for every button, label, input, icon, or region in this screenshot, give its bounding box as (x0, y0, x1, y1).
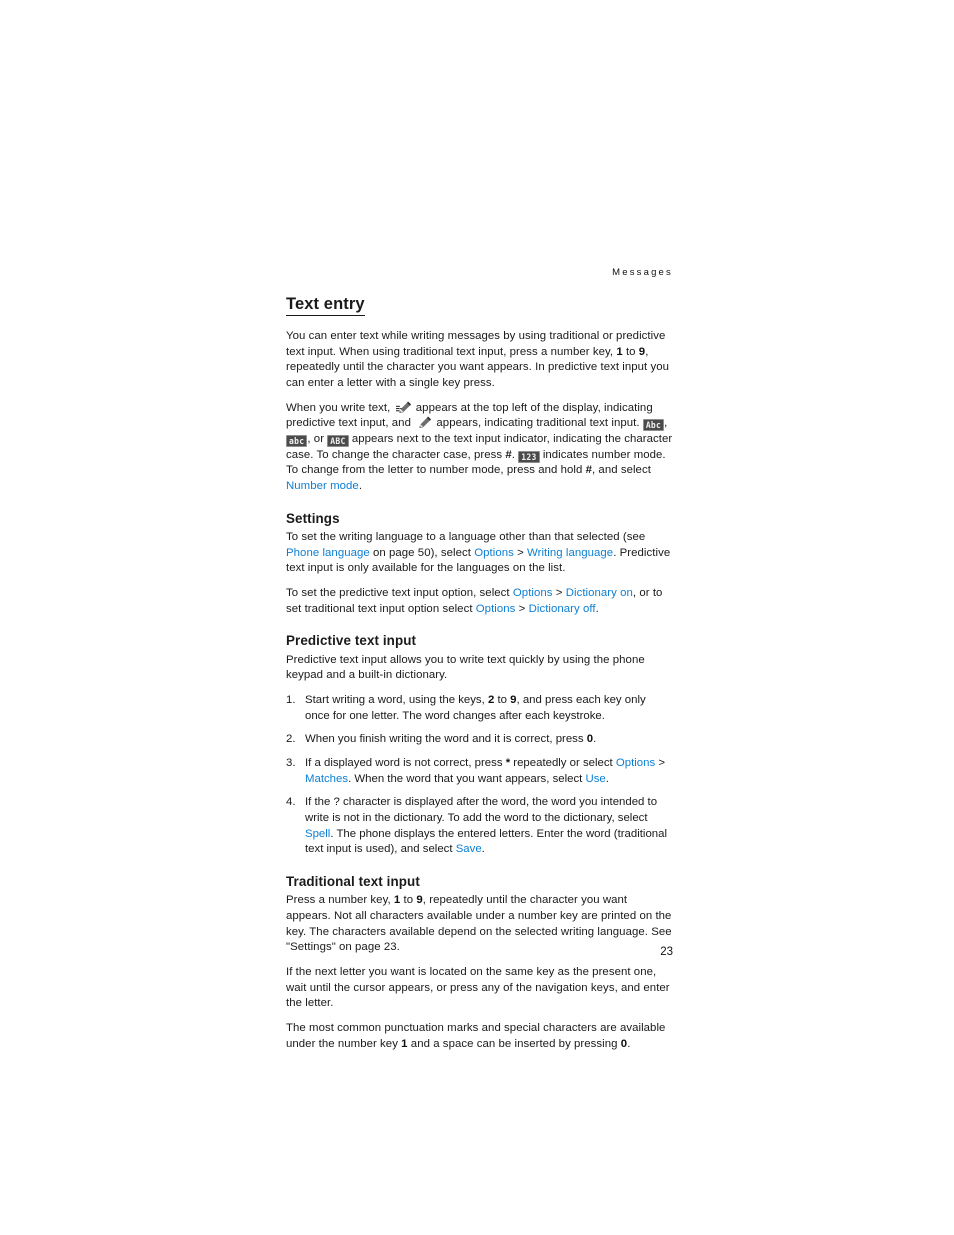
link-matches[interactable]: Matches (305, 773, 348, 785)
settings-p2-d: > (515, 602, 529, 615)
document-page: Messages Text entry You can enter text w… (286, 268, 673, 1061)
link-phone-language[interactable]: Phone language (286, 547, 370, 559)
link-number-mode[interactable]: Number mode (286, 480, 359, 492)
settings-p1-b: on page 50), select (369, 546, 475, 559)
chapter-title-row: Text entry (286, 294, 673, 323)
trad-p3-b: and a space can be inserted by pressing (407, 1037, 621, 1050)
step3-d: . When the word that you want appears, s… (348, 772, 586, 785)
indicator-badge-abc-initial-label: Abc (645, 421, 662, 431)
step1-b: to (494, 694, 511, 707)
settings-p1-c: > (513, 546, 528, 559)
indicator-badge-abc-lowercase-label: abc (289, 436, 305, 447)
trad-p1-a: Press a number key, (286, 894, 394, 907)
step4-a: If the ? character is displayed after th… (305, 796, 658, 825)
step3-b: repeatedly or select (510, 757, 616, 770)
trad-p1-b: to (400, 894, 417, 907)
step2-a: When you finish writing the word and it … (305, 733, 587, 746)
page-number: 23 (660, 946, 673, 958)
link-dictionary-on[interactable]: Dictionary on (566, 587, 633, 599)
link-options-settings-1[interactable]: Options (474, 547, 514, 559)
link-dictionary-off[interactable]: Dictionary off (529, 603, 596, 615)
predictive-steps-list: Start writing a word, using the keys, 2 … (286, 693, 673, 858)
link-options-settings-3[interactable]: Options (476, 603, 516, 615)
step2-b: . (593, 733, 597, 746)
indicator-badge-abc-uppercase-label: ABC (330, 436, 346, 447)
traditional-paragraph-3: The most common punctuation marks and sp… (286, 1021, 673, 1052)
trad-p3-c: . (627, 1037, 631, 1050)
settings-p2-e: . (595, 602, 599, 615)
indicator-badge-abc-initial: Abc (642, 419, 665, 432)
step3-a: If a displayed word is not correct, pres… (305, 757, 506, 770)
intro-paragraph: You can enter text while writing message… (286, 329, 673, 392)
link-options-settings-2[interactable]: Options (513, 587, 553, 599)
step1-a: Start writing a word, using the keys, (305, 694, 488, 707)
list-item: When you finish writing the word and it … (286, 732, 673, 748)
predictive-intro-paragraph: Predictive text input allows you to writ… (286, 653, 645, 682)
list-item: Start writing a word, using the keys, 2 … (286, 693, 673, 724)
indicators-text-7: , and select (591, 464, 651, 477)
step4-c: . (481, 843, 485, 856)
traditional-paragraph-2: If the next letter you want is located o… (286, 966, 670, 1010)
indicators-sep-2: , or (307, 433, 328, 446)
step3-e: . (605, 772, 609, 785)
indicator-badge-number-mode-label: 123 (521, 452, 537, 462)
indicators-text-8: . (358, 480, 363, 493)
link-options-step3[interactable]: Options (616, 757, 655, 769)
list-item: If a displayed word is not correct, pres… (286, 756, 673, 787)
link-spell[interactable]: Spell (305, 828, 330, 840)
section-heading-predictive-text-input: Predictive text input (286, 633, 417, 649)
link-use[interactable]: Use (586, 773, 606, 785)
page-title: Text entry (286, 294, 365, 317)
intro-text-part1: You can enter text while writing message… (286, 330, 666, 358)
predictive-text-pencil-icon (395, 401, 412, 413)
settings-paragraph-2: To set the predictive text input option,… (286, 586, 673, 617)
settings-p1-a: To set the writing language to a languag… (286, 531, 646, 544)
intro-text-part2: to (622, 345, 639, 358)
step4-b: . The phone displays the entered letters… (305, 827, 667, 856)
settings-p2-b: > (552, 587, 566, 600)
indicator-badge-abc-lowercase: abc (286, 435, 308, 448)
indicators-text-3: appears, indicating traditional text inp… (433, 417, 643, 430)
link-writing-language[interactable]: Writing language (527, 547, 613, 559)
traditional-text-pencil-icon (415, 416, 432, 429)
step3-c: > (655, 757, 665, 770)
indicator-badge-number-mode: 123 (518, 450, 540, 463)
link-save[interactable]: Save (456, 843, 482, 855)
section-heading-traditional-text-input: Traditional text input (286, 874, 420, 890)
indicators-paragraph: When you write text, appears at the top … (286, 401, 673, 495)
list-item: If the ? character is displayed after th… (286, 795, 673, 858)
indicators-sep-1: , (664, 417, 668, 430)
settings-paragraph-1: To set the writing language to a languag… (286, 530, 673, 577)
running-header: Messages (612, 267, 673, 278)
indicators-text-1: When you write text, (286, 401, 394, 414)
section-heading-settings: Settings (286, 510, 340, 526)
indicator-badge-abc-uppercase: ABC (327, 435, 349, 448)
settings-p2-a: To set the predictive text input option,… (286, 587, 513, 600)
